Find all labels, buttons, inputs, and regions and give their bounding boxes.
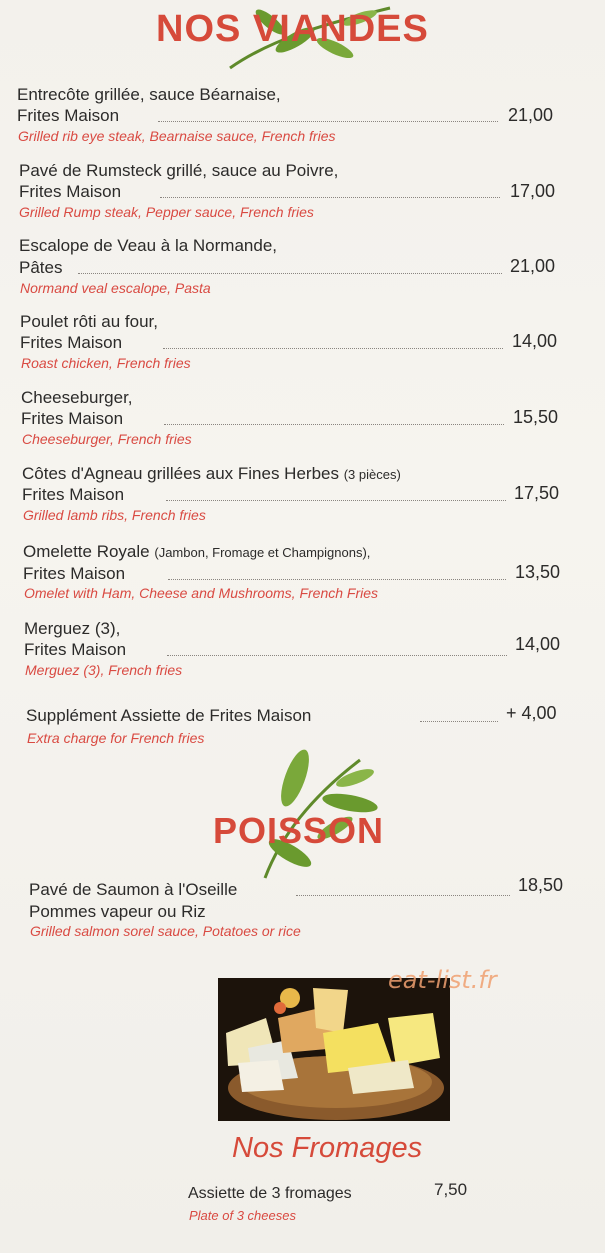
menu-item-english: Omelet with Ham, Cheese and Mushrooms, F… <box>24 585 379 601</box>
leader-dots <box>420 721 498 722</box>
supplement-english: Extra charge for French fries <box>27 730 205 746</box>
menu-item-note: (3 pièces) <box>343 467 401 482</box>
leader-dots <box>158 121 498 122</box>
menu-item-price: 21,00 <box>510 256 556 276</box>
supplement-name: Supplément Assiette de Frites Maison <box>26 706 312 725</box>
menu-item-name: Pavé de Saumon à l'Oseille <box>29 880 238 899</box>
menu-item-side: Frites Maison <box>21 409 124 428</box>
menu-item-english: Grilled salmon sorel sauce, Potatoes or … <box>30 923 301 939</box>
menu-item-english: Normand veal escalope, Pasta <box>20 280 211 296</box>
menu-item-price: 7,50 <box>434 1180 468 1199</box>
menu-item-price: 15,50 <box>513 407 559 427</box>
menu-item-english: Grilled Rump steak, Pepper sauce, French… <box>19 204 314 220</box>
leader-dots <box>164 424 504 425</box>
menu-item-name: Cheeseburger, <box>21 388 133 407</box>
leader-dots <box>168 579 506 580</box>
menu-item-name: Merguez (3), <box>24 619 121 638</box>
cheese-plate-photo <box>218 978 450 1121</box>
menu-item-price: 18,50 <box>518 875 564 895</box>
leader-dots <box>166 500 506 501</box>
menu-item-name: Côtes d'Agneau grillées aux Fines Herbes… <box>22 463 401 485</box>
section-title-poisson: POISSON <box>213 810 385 851</box>
menu-item-english: Plate of 3 cheeses <box>189 1208 296 1223</box>
menu-item-name: Pavé de Rumsteck grillé, sauce au Poivre… <box>19 161 339 180</box>
menu-item-price: 17,50 <box>514 483 560 503</box>
menu-item-english: Merguez (3), French fries <box>25 662 183 678</box>
menu-item-price: 13,50 <box>515 562 561 582</box>
watermark: eat-list.fr <box>388 966 497 994</box>
menu-item-price: 21,00 <box>508 105 554 125</box>
menu-item-name-text: Côtes d'Agneau grillées aux Fines Herbes <box>22 464 339 483</box>
menu-item-side: Frites Maison <box>23 564 126 583</box>
menu-item-name: Escalope de Veau à la Normande, <box>19 236 278 255</box>
section-title-viandes: NOS VIANDES <box>156 8 429 50</box>
menu-item-price: 14,00 <box>512 331 558 351</box>
leader-dots <box>163 348 503 349</box>
menu-item-side: Frites Maison <box>17 106 120 125</box>
menu-item-side: Pâtes <box>19 258 63 277</box>
menu-item-english: Grilled lamb ribs, French fries <box>23 507 206 523</box>
leader-dots <box>160 197 500 198</box>
menu-item-name: Entrecôte grillée, sauce Béarnaise, <box>17 85 281 104</box>
menu-item-name: Assiette de 3 fromages <box>188 1185 352 1202</box>
menu-item-side: Frites Maison <box>22 485 125 504</box>
menu-item-name: Omelette Royale (Jambon, Fromage et Cham… <box>23 541 370 563</box>
menu-item-price: 17,00 <box>510 181 556 201</box>
supplement-price: + 4,00 <box>506 703 557 723</box>
section-title-fromages: Nos Fromages <box>232 1132 423 1164</box>
menu-item-side: Frites Maison <box>20 333 123 352</box>
leader-dots <box>296 895 510 896</box>
menu-item-english: Grilled rib eye steak, Bearnaise sauce, … <box>18 128 336 144</box>
leader-dots <box>167 655 507 656</box>
menu-item-note: (Jambon, Fromage et Champignons), <box>154 545 371 560</box>
menu-item-name-text: Omelette Royale <box>23 542 150 561</box>
menu-item-price: 14,00 <box>515 634 561 654</box>
menu-item-side: Frites Maison <box>24 640 127 659</box>
menu-item-side: Pommes vapeur ou Riz <box>29 902 206 921</box>
menu-item-name: Poulet rôti au four, <box>20 312 158 331</box>
leader-dots <box>78 273 502 274</box>
menu-item-english: Cheeseburger, French fries <box>22 431 192 447</box>
menu-item-english: Roast chicken, French fries <box>21 355 191 371</box>
menu-item-side: Frites Maison <box>19 182 122 201</box>
